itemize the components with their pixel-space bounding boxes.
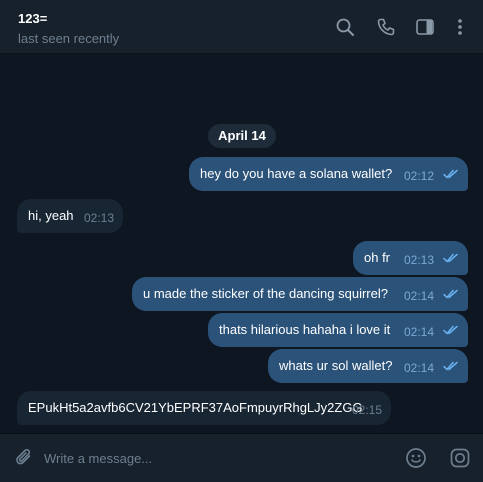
chat-status: last seen recently xyxy=(18,31,120,46)
emoji-icon[interactable] xyxy=(405,447,427,469)
search-icon[interactable] xyxy=(335,17,355,37)
chat-window: 123= last seen recently April 14 hey do … xyxy=(0,0,483,482)
message-time: 02:13 xyxy=(84,211,115,225)
message-bubble-outgoing[interactable]: oh fr 02:13 xyxy=(353,241,468,275)
attach-icon[interactable] xyxy=(14,447,36,469)
message-list[interactable]: April 14 hey do you have a solana wallet… xyxy=(0,55,483,432)
message-bubble-outgoing[interactable]: hey do you have a solana wallet? 02:12 xyxy=(189,157,468,191)
message-input[interactable] xyxy=(44,444,384,472)
message-text: oh fr xyxy=(364,250,391,265)
message-text: hey do you have a solana wallet? xyxy=(200,166,393,181)
date-separator: April 14 xyxy=(208,124,276,148)
message-time: 02:14 xyxy=(404,325,435,339)
message-time: 02:12 xyxy=(404,169,435,183)
double-check-icon xyxy=(443,325,459,335)
double-check-icon xyxy=(443,253,459,263)
message-bubble-incoming[interactable]: hi, yeah 02:13 xyxy=(17,199,123,233)
chat-title[interactable]: 123= xyxy=(18,11,47,26)
message-text: u made the sticker of the dancing squirr… xyxy=(143,286,388,301)
message-bubble-incoming[interactable]: EPukHt5a2avfb6CV21YbEPRF37AoFmpuyrRhgLJy… xyxy=(17,391,391,425)
message-text: whats ur sol wallet? xyxy=(279,358,393,373)
sidebar-toggle-icon[interactable] xyxy=(415,17,435,37)
message-time: 02:15 xyxy=(352,403,383,417)
double-check-icon xyxy=(443,169,459,179)
message-bubble-outgoing[interactable]: u made the sticker of the dancing squirr… xyxy=(132,277,468,311)
sticker-icon[interactable] xyxy=(449,447,471,469)
composer-bar xyxy=(0,433,483,482)
message-time: 02:14 xyxy=(404,361,435,375)
message-time: 02:13 xyxy=(404,253,435,267)
message-text: hi, yeah xyxy=(28,208,74,223)
message-time: 02:14 xyxy=(404,289,435,303)
phone-icon[interactable] xyxy=(376,17,396,37)
double-check-icon xyxy=(443,361,459,371)
double-check-icon xyxy=(443,289,459,299)
message-text: EPukHt5a2avfb6CV21YbEPRF37AoFmpuyrRhgLJy… xyxy=(28,400,363,415)
message-bubble-outgoing[interactable]: whats ur sol wallet? 02:14 xyxy=(268,349,468,383)
message-bubble-outgoing[interactable]: thats hilarious hahaha i love it 02:14 xyxy=(208,313,468,347)
more-vertical-icon[interactable] xyxy=(450,17,470,37)
chat-header: 123= last seen recently xyxy=(0,0,483,54)
message-text: thats hilarious hahaha i love it xyxy=(219,322,391,337)
